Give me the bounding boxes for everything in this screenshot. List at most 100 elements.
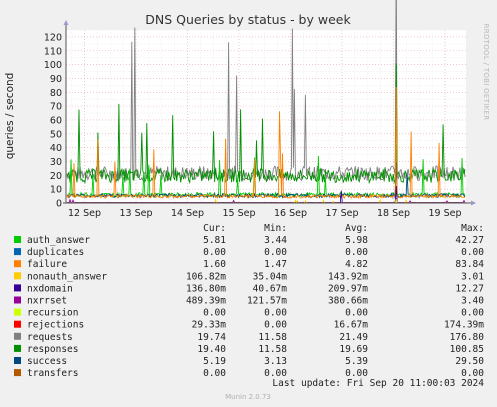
legend-name: responses <box>27 344 78 355</box>
x-tick-label: 12 Sep <box>68 208 101 219</box>
legend-name: nonauth_answer <box>27 271 107 282</box>
y-axis-label: queries / second <box>4 73 16 160</box>
legend-avg-value: 19.69 <box>339 344 368 355</box>
legend: Cur: Min: Avg: Max: auth_answer 5.81 3.44 5.98 4… <box>14 223 484 379</box>
legend-cur-value: 0.00 <box>203 247 226 258</box>
legend-name: failure <box>27 259 67 270</box>
legend-name: nxrrset <box>27 296 67 307</box>
legend-avg-value: 21.49 <box>339 332 368 343</box>
legend-row-requests: requests 19.74 11.58 21.49 176.80 <box>14 332 484 343</box>
legend-min-value: 3.13 <box>264 356 287 367</box>
legend-avg-value: 5.98 <box>345 235 368 246</box>
legend-name: rejections <box>27 320 84 331</box>
legend-swatch-responses <box>14 344 21 352</box>
legend-avg-value: 209.97m <box>328 283 368 294</box>
legend-name: requests <box>27 332 73 343</box>
legend-cur-value: 136.80m <box>186 283 226 294</box>
legend-max-value: 29.50 <box>455 356 484 367</box>
legend-max-value: 0.00 <box>461 308 484 319</box>
last-update: Last update: Fri Sep 20 11:00:03 2024 <box>272 378 484 389</box>
chart-title: DNS Queries by status - by week <box>145 12 351 27</box>
legend-swatch-failure <box>14 260 21 268</box>
y-tick-label: 20 <box>50 171 62 182</box>
legend-row-failure: failure 1.60 1.47 4.82 83.84 <box>14 259 484 270</box>
legend-name: auth_answer <box>27 235 90 246</box>
legend-min-value: 11.58 <box>258 344 287 355</box>
legend-row-nxdomain: nxdomain 136.80m 40.67m 209.97m 12.27 <box>14 283 484 294</box>
legend-swatch-recursion <box>14 308 21 316</box>
y-tick-label: 30 <box>50 157 62 168</box>
legend-row-rejections: rejections 29.33m 0.00 16.67m 174.39m <box>14 320 484 331</box>
legend-cur-value: 29.33m <box>192 320 227 331</box>
x-tick-label: 18 Sep <box>377 208 410 219</box>
legend-row-nonauth-answer: nonauth_answer 106.82m 35.04m 143.92m 3.01 <box>14 271 484 282</box>
legend-swatch-auth-answer <box>14 236 21 243</box>
x-tick-label: 17 Sep <box>325 208 358 219</box>
legend-min-value: 40.67m <box>253 283 288 294</box>
legend-min-value: 35.04m <box>253 271 288 282</box>
legend-max-value: 174.39m <box>444 320 484 331</box>
legend-swatch-rejections <box>14 320 21 328</box>
legend-cur-value: 19.74 <box>197 332 226 343</box>
legend-cur-value: 19.40 <box>197 344 226 355</box>
x-tick-label: 16 Sep <box>274 208 307 219</box>
legend-swatch-requests <box>14 332 21 340</box>
legend-name: duplicates <box>27 247 84 258</box>
munin-version: Munin 2.0.73 <box>225 393 271 401</box>
legend-avg-value: 0.00 <box>345 247 368 258</box>
legend-swatch-nxdomain <box>14 284 21 292</box>
y-tick-label: 100 <box>44 60 62 71</box>
legend-min-value: 3.44 <box>264 235 287 246</box>
y-tick-label: 70 <box>50 102 62 113</box>
legend-header-cur: Cur: <box>203 223 226 234</box>
legend-swatch-nxrrset <box>14 296 21 304</box>
y-tick-label: 0 <box>56 199 62 210</box>
x-tick-label: 15 Sep <box>222 208 255 219</box>
legend-avg-value: 380.66m <box>328 296 368 307</box>
y-tick-label: 80 <box>50 88 62 99</box>
legend-max-value: 3.01 <box>461 271 484 282</box>
legend-row-duplicates: duplicates 0.00 0.00 0.00 0.00 <box>14 247 484 258</box>
y-tick-label: 60 <box>50 115 62 126</box>
legend-min-value: 0.00 <box>264 308 287 319</box>
legend-avg-value: 4.82 <box>345 259 368 270</box>
legend-cur-value: 489.39m <box>186 296 226 307</box>
legend-cur-value: 5.19 <box>203 356 226 367</box>
legend-cur-value: 106.82m <box>186 271 226 282</box>
legend-name: nxdomain <box>27 283 73 294</box>
legend-header-min: Min: <box>264 223 287 234</box>
y-tick-label: 50 <box>50 129 62 140</box>
legend-swatch-success <box>14 357 21 364</box>
legend-min-value: 0.00 <box>264 247 287 258</box>
legend-cur-value: 1.60 <box>203 259 226 270</box>
legend-max-value: 0.00 <box>461 247 484 258</box>
y-tick-label: 40 <box>50 143 62 154</box>
legend-swatch-nonauth-answer <box>14 272 21 280</box>
legend-max-value: 3.40 <box>461 296 484 307</box>
legend-min-value: 11.58 <box>258 332 287 343</box>
legend-name: success <box>27 356 67 367</box>
y-axis-arrow <box>63 20 69 25</box>
legend-cur-value: 5.81 <box>203 235 226 246</box>
y-tick-label: 110 <box>44 46 62 57</box>
legend-max-value: 83.84 <box>455 259 484 270</box>
legend-swatch-duplicates <box>14 248 21 256</box>
legend-avg-value: 143.92m <box>328 271 368 282</box>
legend-max-value: 12.27 <box>455 283 484 294</box>
y-tick-label: 90 <box>50 74 62 85</box>
legend-max-value: 42.27 <box>455 235 484 246</box>
legend-cur-value: 0.00 <box>203 368 226 379</box>
legend-swatch-transfers <box>14 369 21 377</box>
legend-avg-value: 5.39 <box>345 356 368 367</box>
legend-header-max: Max: <box>461 223 484 234</box>
chart: DNS Queries by status - by week RRDTOOL … <box>4 0 490 401</box>
x-tick-label: 13 Sep <box>119 208 152 219</box>
x-axis-arrow <box>471 200 476 206</box>
rrdtool-credit: RRDTOOL / TOBI OETIKER <box>482 24 490 121</box>
x-tick-label: 14 Sep <box>171 208 204 219</box>
legend-min-value: 0.00 <box>264 320 287 331</box>
y-tick-label: 10 <box>50 185 62 196</box>
legend-avg-value: 0.00 <box>345 308 368 319</box>
x-tick-label: 19 Sep <box>428 208 461 219</box>
legend-name: recursion <box>27 308 78 319</box>
